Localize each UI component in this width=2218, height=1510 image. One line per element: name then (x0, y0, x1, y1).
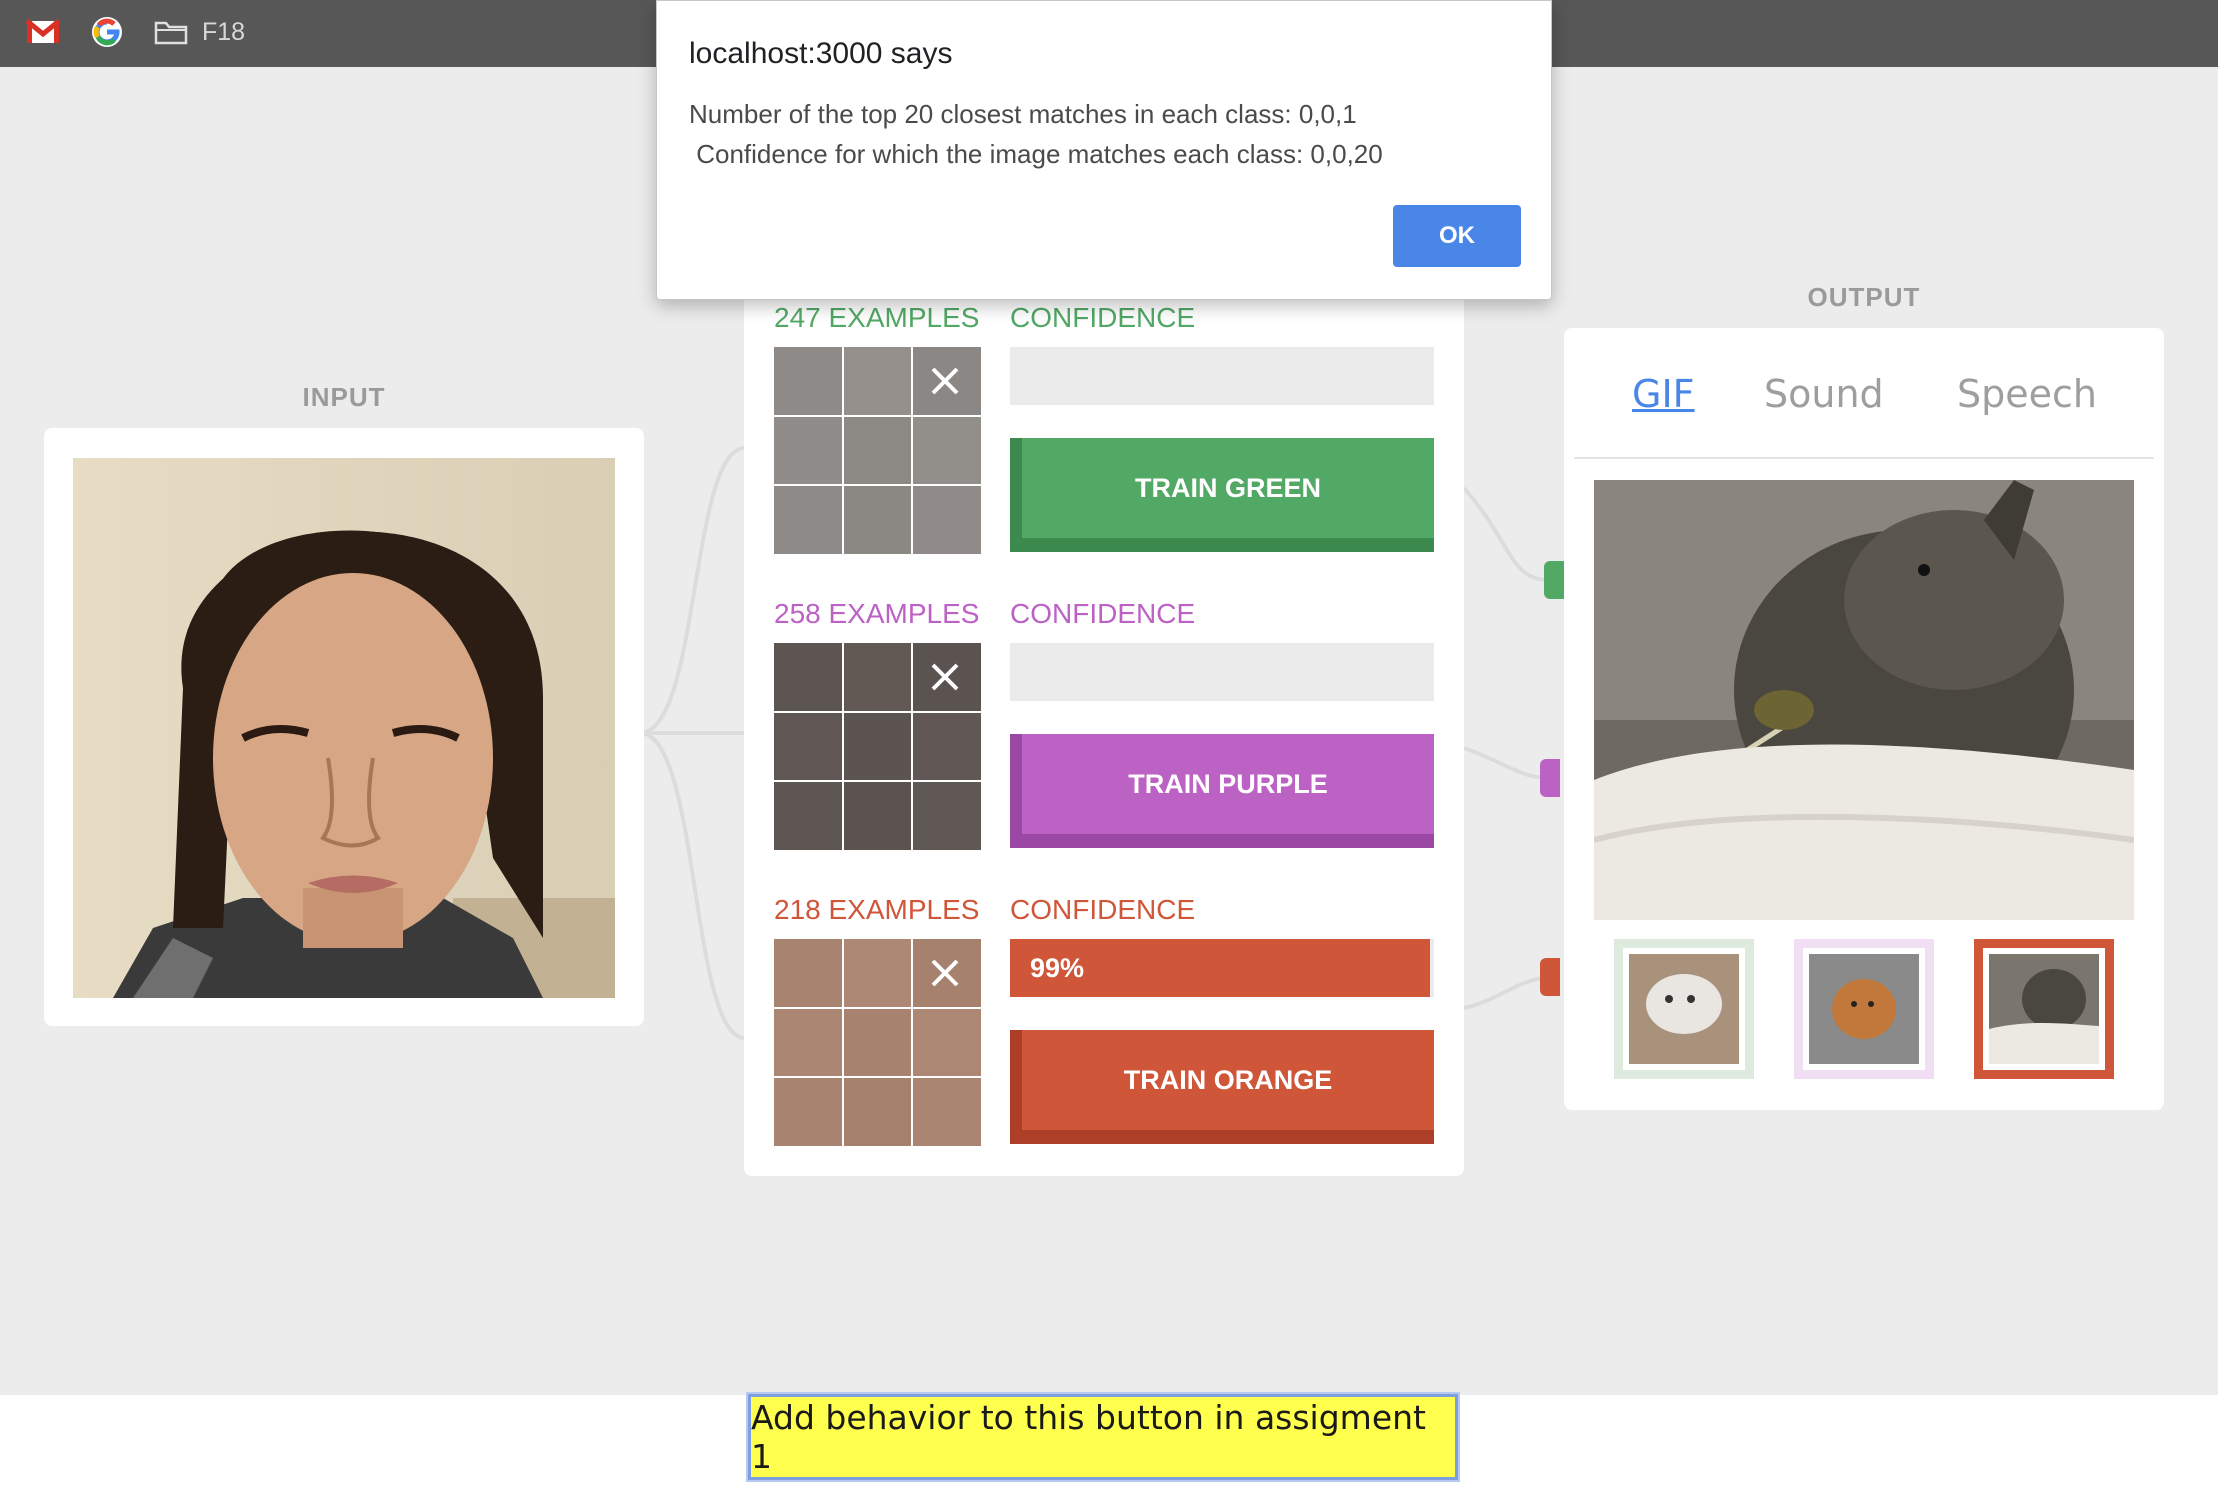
orange-output-connector (1540, 958, 1560, 996)
alert-dialog: localhost:3000 says Number of the top 20… (656, 0, 1552, 300)
output-thumb-chinchilla[interactable] (1974, 939, 2114, 1079)
purple-output-connector (1540, 759, 1560, 797)
orange-confidence-label: CONFIDENCE (1010, 894, 1196, 925)
train-green-label: TRAIN GREEN (1022, 438, 1434, 538)
tab-speech[interactable]: Speech (1957, 372, 2097, 416)
output-gif (1594, 480, 2134, 920)
train-orange-button[interactable]: TRAIN ORANGE (1010, 1030, 1434, 1144)
tab-gif[interactable]: GIF (1632, 372, 1695, 416)
output-thumb-dog[interactable] (1794, 939, 1934, 1079)
assignment-button[interactable]: Add behavior to this button in assigment… (748, 1394, 1458, 1480)
clear-green-examples-icon[interactable] (928, 364, 962, 398)
ok-button[interactable]: OK (1393, 205, 1521, 267)
dialog-title: localhost:3000 says (689, 37, 953, 70)
clear-orange-examples-icon[interactable] (928, 956, 962, 990)
green-confidence-bar (1010, 347, 1434, 405)
green-confidence-label: CONFIDENCE (1010, 302, 1196, 333)
dialog-line-1: Number of the top 20 closest matches in … (689, 99, 1357, 129)
dialog-line-2: Confidence for which the image matches e… (689, 139, 1383, 169)
train-orange-label: TRAIN ORANGE (1022, 1030, 1434, 1130)
purple-examples-count: 258 EXAMPLES (774, 598, 980, 629)
tab-sound[interactable]: Sound (1764, 372, 1884, 416)
clear-purple-examples-icon[interactable] (928, 660, 962, 694)
output-thumb-cat[interactable] (1614, 939, 1754, 1079)
input-title: INPUT (302, 382, 386, 412)
purple-confidence-bar (1010, 643, 1434, 701)
train-purple-label: TRAIN PURPLE (1022, 734, 1434, 834)
purple-confidence-label: CONFIDENCE (1010, 598, 1196, 629)
orange-confidence-bar: 99% (1010, 939, 1434, 997)
webcam-feed (73, 458, 615, 998)
output-title: OUTPUT (1807, 282, 1921, 312)
green-examples-count: 247 EXAMPLES (774, 302, 980, 333)
orange-confidence-value: 99% (1030, 953, 1085, 983)
orange-examples-count: 218 EXAMPLES (774, 894, 980, 925)
tabs-divider (1574, 457, 2154, 459)
train-green-button[interactable]: TRAIN GREEN (1010, 438, 1434, 552)
green-output-connector (1544, 561, 1564, 599)
train-purple-button[interactable]: TRAIN PURPLE (1010, 734, 1434, 848)
